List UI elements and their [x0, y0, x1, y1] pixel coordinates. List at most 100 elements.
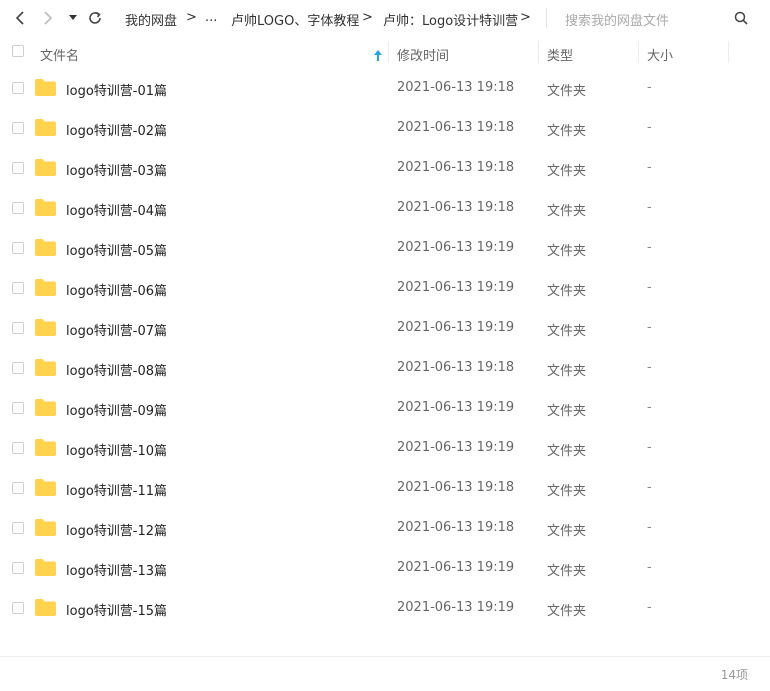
file-row[interactable]: logo特训营-12篇 2021-06-13 19:18 文件夹 -: [0, 508, 770, 548]
file-type: 文件夹: [547, 124, 587, 139]
file-row[interactable]: logo特训营-11篇 2021-06-13 19:18 文件夹 -: [0, 468, 770, 508]
file-name[interactable]: logo特训营-12篇: [66, 520, 167, 539]
file-row[interactable]: logo特训营-02篇 2021-06-13 19:18 文件夹 -: [0, 108, 770, 148]
row-checkbox[interactable]: [12, 602, 24, 614]
file-type: 文件夹: [547, 284, 587, 299]
column-header-size[interactable]: 大小: [647, 45, 673, 64]
select-all-checkbox[interactable]: [12, 45, 24, 57]
folder-icon: [35, 399, 56, 420]
file-name[interactable]: logo特训营-02篇: [66, 120, 167, 139]
file-size: -: [647, 280, 652, 295]
column-divider: [538, 41, 539, 63]
file-size: -: [647, 560, 652, 575]
file-row[interactable]: logo特训营-10篇 2021-06-13 19:19 文件夹 -: [0, 428, 770, 468]
folder-icon: [35, 479, 56, 500]
file-name[interactable]: logo特训营-05篇: [66, 240, 167, 259]
file-size: -: [647, 160, 652, 175]
row-checkbox[interactable]: [12, 242, 24, 254]
column-divider: [388, 41, 389, 63]
file-name[interactable]: logo特训营-04篇: [66, 200, 167, 219]
file-type: 文件夹: [547, 484, 587, 499]
file-size: -: [647, 600, 652, 615]
folder-icon: [35, 159, 56, 180]
column-divider: [728, 41, 729, 63]
file-name[interactable]: logo特训营-07篇: [66, 320, 167, 339]
folder-icon: [35, 359, 56, 380]
folder-icon: [35, 199, 56, 220]
row-checkbox[interactable]: [12, 162, 24, 174]
file-modified: 2021-06-13 19:18: [397, 80, 515, 95]
file-type: 文件夹: [547, 524, 587, 539]
file-row[interactable]: logo特训营-01篇 2021-06-13 19:18 文件夹 -: [0, 68, 770, 108]
file-modified: 2021-06-13 19:19: [397, 400, 515, 415]
file-row[interactable]: logo特训营-08篇 2021-06-13 19:18 文件夹 -: [0, 348, 770, 388]
file-modified: 2021-06-13 19:18: [397, 360, 515, 375]
file-name[interactable]: logo特训营-03篇: [66, 160, 167, 179]
file-size: -: [647, 240, 652, 255]
search-input[interactable]: 搜索我的网盘文件: [565, 10, 669, 29]
file-name[interactable]: logo特训营-13篇: [66, 560, 167, 579]
file-name[interactable]: logo特训营-11篇: [66, 480, 167, 499]
file-size: -: [647, 400, 652, 415]
row-checkbox[interactable]: [12, 482, 24, 494]
row-checkbox[interactable]: [12, 562, 24, 574]
file-name[interactable]: logo特训营-15篇: [66, 600, 167, 619]
file-modified: 2021-06-13 19:19: [397, 440, 515, 455]
folder-icon: [35, 559, 56, 580]
breadcrumb-separator-icon: >: [520, 10, 531, 25]
file-size: -: [647, 520, 652, 535]
search-icon[interactable]: [731, 8, 751, 28]
file-type: 文件夹: [547, 84, 587, 99]
forward-icon[interactable]: [38, 8, 58, 28]
row-checkbox[interactable]: [12, 522, 24, 534]
row-checkbox[interactable]: [12, 362, 24, 374]
file-row[interactable]: logo特训营-15篇 2021-06-13 19:19 文件夹 -: [0, 588, 770, 628]
file-type: 文件夹: [547, 164, 587, 179]
file-modified: 2021-06-13 19:19: [397, 280, 515, 295]
item-count: 14项: [720, 668, 748, 682]
column-header-modified[interactable]: 修改时间: [397, 45, 449, 64]
history-dropdown-icon[interactable]: [66, 8, 80, 28]
file-name[interactable]: logo特训营-09篇: [66, 400, 167, 419]
file-row[interactable]: logo特训营-04篇 2021-06-13 19:18 文件夹 -: [0, 188, 770, 228]
file-name[interactable]: logo特训营-06篇: [66, 280, 167, 299]
file-type: 文件夹: [547, 604, 587, 619]
row-checkbox[interactable]: [12, 82, 24, 94]
breadcrumb-root[interactable]: 我的网盘: [125, 10, 177, 29]
folder-icon: [35, 439, 56, 460]
footer-divider: [0, 656, 770, 657]
file-name[interactable]: logo特训营-10篇: [66, 440, 167, 459]
folder-icon: [35, 279, 56, 300]
toolbar-divider: [546, 8, 547, 28]
row-checkbox[interactable]: [12, 402, 24, 414]
file-row[interactable]: logo特训营-09篇 2021-06-13 19:19 文件夹 -: [0, 388, 770, 428]
breadcrumb-current[interactable]: 卢帅：Logo设计特训营: [383, 10, 518, 29]
file-row[interactable]: logo特训营-03篇 2021-06-13 19:18 文件夹 -: [0, 148, 770, 188]
file-row[interactable]: logo特训营-07篇 2021-06-13 19:19 文件夹 -: [0, 308, 770, 348]
file-modified: 2021-06-13 19:19: [397, 320, 515, 335]
file-row[interactable]: logo特训营-06篇 2021-06-13 19:19 文件夹 -: [0, 268, 770, 308]
row-checkbox[interactable]: [12, 442, 24, 454]
back-icon[interactable]: [10, 8, 30, 28]
row-checkbox[interactable]: [12, 322, 24, 334]
row-checkbox[interactable]: [12, 122, 24, 134]
file-row[interactable]: logo特训营-05篇 2021-06-13 19:19 文件夹 -: [0, 228, 770, 268]
file-row[interactable]: logo特训营-13篇 2021-06-13 19:19 文件夹 -: [0, 548, 770, 588]
row-checkbox[interactable]: [12, 282, 24, 294]
file-size: -: [647, 360, 652, 375]
folder-icon: [35, 519, 56, 540]
file-modified: 2021-06-13 19:19: [397, 560, 515, 575]
file-name[interactable]: logo特训营-08篇: [66, 360, 167, 379]
sort-ascending-icon[interactable]: [374, 46, 382, 65]
column-header-name[interactable]: 文件名: [40, 45, 79, 64]
file-modified: 2021-06-13 19:18: [397, 480, 515, 495]
file-size: -: [647, 80, 652, 95]
file-name[interactable]: logo特训营-01篇: [66, 80, 167, 99]
refresh-icon[interactable]: [85, 8, 105, 28]
file-size: -: [647, 440, 652, 455]
column-header-type[interactable]: 类型: [547, 45, 573, 64]
file-modified: 2021-06-13 19:18: [397, 200, 515, 215]
row-checkbox[interactable]: [12, 202, 24, 214]
breadcrumb-ellipsis[interactable]: ...: [205, 10, 217, 25]
breadcrumb-folder[interactable]: 卢帅LOGO、字体教程: [231, 10, 359, 29]
